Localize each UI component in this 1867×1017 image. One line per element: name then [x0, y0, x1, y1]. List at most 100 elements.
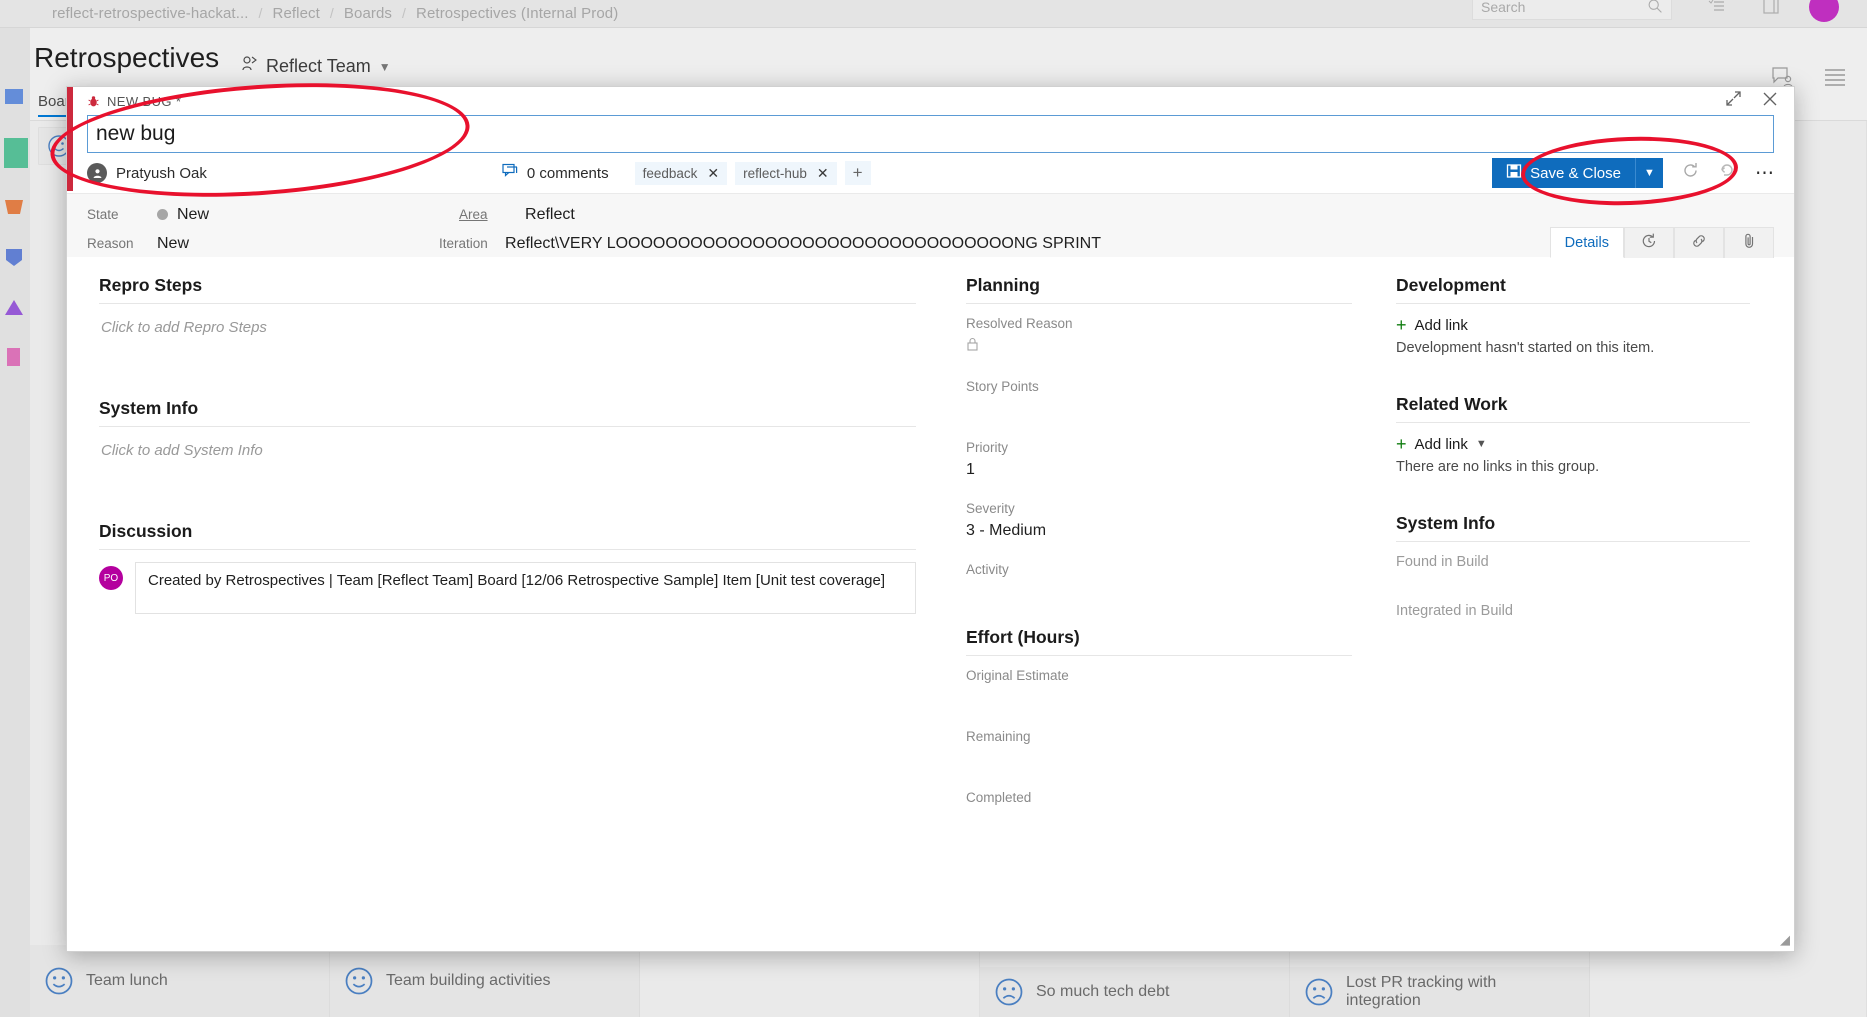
- assignee-avatar-icon: [87, 163, 107, 183]
- refresh-icon[interactable]: [1681, 161, 1700, 186]
- discussion-comment-text[interactable]: Created by Retrospectives | Team [Reflec…: [135, 562, 916, 614]
- tab-history[interactable]: [1624, 227, 1674, 258]
- team-selector[interactable]: Reflect Team ▼: [240, 55, 391, 78]
- tag-chip[interactable]: reflect-hub ✕: [735, 161, 837, 185]
- remaining-value[interactable]: [966, 750, 1352, 768]
- work-item-dialog: NEW BUG * Pratyush Oak 0 comments: [66, 86, 1795, 952]
- field-completed: Completed: [966, 790, 1352, 829]
- tab-attachments[interactable]: [1724, 227, 1774, 258]
- paperclip-icon: [1740, 232, 1758, 254]
- board-card[interactable]: Team lunch: [30, 945, 330, 1017]
- original-estimate-value[interactable]: [966, 689, 1352, 707]
- repro-steps-editor[interactable]: Click to add Repro Steps: [99, 316, 916, 360]
- completed-label: Completed: [966, 790, 1032, 805]
- board-card[interactable]: Lost PR tracking with integration: [1290, 967, 1590, 1017]
- rail-icon-pipelines[interactable]: [3, 246, 25, 268]
- hamburger-menu-icon[interactable]: [1823, 66, 1847, 91]
- state-dot-icon: [157, 209, 168, 220]
- comments-count-label: 0 comments: [526, 164, 609, 182]
- rail-icon-repos[interactable]: [3, 196, 25, 218]
- rail-icon-overview[interactable]: [3, 86, 25, 108]
- system-info-right-heading: System Info: [1396, 513, 1750, 542]
- page-title: Retrospectives: [34, 42, 220, 73]
- related-work-heading: Related Work: [1396, 394, 1750, 423]
- activity-label: Activity: [966, 562, 1009, 577]
- state-field-label: State: [87, 207, 119, 222]
- work-item-detail-body: Repro Steps Click to add Repro Steps Sys…: [67, 257, 1794, 951]
- tab-links[interactable]: [1674, 227, 1724, 258]
- discussion-entry: PO Created by Retrospectives | Team [Ref…: [99, 562, 916, 614]
- save-and-close-button[interactable]: Save & Close: [1492, 158, 1635, 188]
- integrated-in-build-label[interactable]: Integrated in Build: [1396, 603, 1750, 619]
- activity-value[interactable]: [966, 583, 1352, 601]
- completed-value[interactable]: [966, 811, 1352, 829]
- add-tag-button[interactable]: +: [844, 161, 871, 185]
- assignee-selector[interactable]: Pratyush Oak: [87, 163, 207, 183]
- priority-value[interactable]: 1: [966, 461, 1352, 479]
- reason-field-value[interactable]: New: [157, 235, 189, 253]
- team-icon: [240, 55, 258, 78]
- breadcrumb-item-boards[interactable]: Boards: [344, 5, 392, 22]
- severity-value[interactable]: 3 - Medium: [966, 522, 1352, 540]
- save-icon: [1506, 163, 1522, 183]
- rail-icon-testplans[interactable]: [3, 298, 25, 320]
- undo-icon[interactable]: [1718, 161, 1737, 186]
- tag-remove-icon[interactable]: ✕: [817, 165, 829, 182]
- plus-icon: +: [1396, 315, 1407, 335]
- rail-icon-artifacts[interactable]: [3, 346, 25, 368]
- field-remaining: Remaining: [966, 729, 1352, 768]
- board-card-text: Team building activities: [386, 972, 551, 989]
- more-actions-icon[interactable]: ⋯: [1755, 162, 1774, 185]
- iteration-field-value[interactable]: Reflect\VERY LOOOOOOOOOOOOOOOOOOOOOOOOOO…: [505, 235, 1101, 253]
- tab-details-label: Details: [1564, 234, 1609, 251]
- dialog-action-group: Save & Close ▼ ⋯: [1492, 158, 1774, 188]
- found-in-build-label[interactable]: Found in Build: [1396, 554, 1750, 570]
- related-work-empty-message: There are no links in this group.: [1396, 459, 1600, 475]
- help-book-icon[interactable]: [1760, 0, 1782, 21]
- dialog-titlebar: NEW BUG *: [67, 87, 1794, 115]
- left-navigation-rail: [0, 28, 30, 1017]
- development-heading: Development: [1396, 275, 1750, 304]
- resolved-reason-label: Resolved Reason: [966, 316, 1073, 331]
- global-search-box[interactable]: Search: [1472, 0, 1672, 20]
- task-list-icon[interactable]: [1707, 0, 1727, 21]
- rail-icon-boards[interactable]: [3, 136, 29, 170]
- field-activity: Activity: [966, 562, 1352, 601]
- breadcrumb-item-project[interactable]: Reflect: [273, 5, 320, 22]
- work-item-title-input[interactable]: [87, 115, 1774, 153]
- priority-label: Priority: [966, 440, 1009, 455]
- tab-details[interactable]: Details: [1549, 227, 1624, 258]
- chevron-down-icon: ▼: [1475, 438, 1487, 450]
- tag-chip[interactable]: feedback ✕: [634, 161, 728, 185]
- reason-field-label: Reason: [87, 236, 134, 251]
- breadcrumb: reflect-retrospective-hackat... / Reflec…: [52, 0, 618, 26]
- board-card[interactable]: Team building activities: [330, 945, 640, 1017]
- breadcrumb-item-retrospectives[interactable]: Retrospectives (Internal Prod): [416, 5, 618, 22]
- field-severity: Severity 3 - Medium: [966, 501, 1352, 540]
- system-info-editor[interactable]: Click to add System Info: [99, 439, 916, 483]
- tag-remove-icon[interactable]: ✕: [707, 165, 719, 182]
- user-avatar[interactable]: [1809, 0, 1839, 22]
- comment-icon: [502, 163, 519, 183]
- breadcrumb-item-organization[interactable]: reflect-retrospective-hackat...: [52, 5, 249, 22]
- team-name-label: Reflect Team: [266, 56, 371, 76]
- save-options-caret-button[interactable]: ▼: [1635, 158, 1663, 188]
- board-card[interactable]: So much tech debt: [980, 967, 1290, 1017]
- close-icon[interactable]: [1762, 91, 1778, 112]
- dialog-resize-grip[interactable]: ◢: [1780, 932, 1790, 948]
- state-field-value[interactable]: New: [157, 206, 209, 224]
- development-add-link-button[interactable]: + Add link: [1396, 316, 1750, 334]
- story-points-value[interactable]: [966, 400, 1352, 418]
- related-work-add-link-button[interactable]: + Add link ▼: [1396, 435, 1750, 453]
- area-field-value[interactable]: Reflect: [525, 206, 575, 224]
- expand-icon[interactable]: [1725, 90, 1742, 112]
- detail-column-middle: Planning Resolved Reason Story Points Pr…: [944, 275, 1374, 951]
- dialog-title: NEW BUG *: [107, 93, 182, 109]
- tag-label: feedback: [642, 165, 698, 181]
- comments-link[interactable]: 0 comments: [502, 163, 609, 183]
- field-original-estimate: Original Estimate: [966, 668, 1352, 707]
- board-card-text: So much tech debt: [1036, 983, 1170, 1000]
- assignee-name: Pratyush Oak: [116, 164, 207, 182]
- repro-steps-heading: Repro Steps: [99, 275, 916, 304]
- plus-icon: +: [1396, 434, 1407, 454]
